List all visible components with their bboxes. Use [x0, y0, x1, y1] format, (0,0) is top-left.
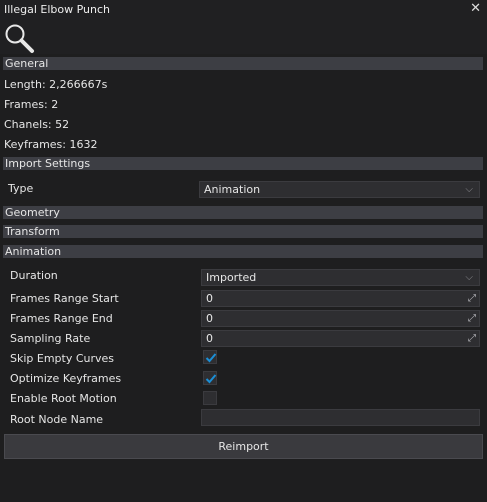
- frames-range-end-input[interactable]: 0 ⤢: [201, 310, 480, 327]
- section-general-header[interactable]: General: [3, 57, 483, 70]
- frames-range-end-label: Frames Range End: [10, 312, 113, 325]
- checkmark-icon: [205, 374, 217, 384]
- sampling-rate-value: 0: [206, 332, 213, 345]
- frames-range-end-value: 0: [206, 312, 213, 325]
- type-label: Type: [8, 182, 34, 195]
- length-info: Length: 2,266667s: [4, 78, 108, 91]
- optimize-keyframes-label: Optimize Keyframes: [10, 372, 122, 385]
- skip-empty-curves-label: Skip Empty Curves: [10, 352, 115, 365]
- sampling-rate-label: Sampling Rate: [10, 332, 91, 345]
- sampling-rate-input[interactable]: 0 ⤢: [201, 330, 480, 347]
- keyframes-info: Keyframes: 1632: [4, 138, 98, 151]
- chevron-down-icon: ⌵: [465, 184, 473, 195]
- skip-empty-curves-checkbox[interactable]: [203, 350, 217, 364]
- window-title: Illegal Elbow Punch: [4, 3, 111, 16]
- duration-label: Duration: [10, 269, 58, 282]
- resize-arrows-icon[interactable]: ⤢: [468, 331, 476, 346]
- section-geometry-header[interactable]: Geometry: [3, 206, 483, 219]
- section-transform-header[interactable]: Transform: [3, 225, 483, 238]
- close-icon[interactable]: ✕: [470, 1, 481, 16]
- reimport-button[interactable]: Reimport: [4, 434, 483, 459]
- frames-range-start-value: 0: [206, 292, 213, 305]
- type-value: Animation: [204, 183, 261, 196]
- enable-root-motion-label: Enable Root Motion: [10, 392, 117, 405]
- section-import-settings-header[interactable]: Import Settings: [3, 157, 483, 170]
- duration-dropdown[interactable]: Imported ⌵: [201, 269, 480, 286]
- resize-arrows-icon[interactable]: ⤢: [468, 311, 476, 326]
- toolbar: [0, 20, 487, 54]
- optimize-keyframes-checkbox[interactable]: [203, 371, 217, 385]
- checkmark-icon: [205, 353, 217, 363]
- title-bar: Illegal Elbow Punch ✕: [0, 0, 487, 20]
- search-icon[interactable]: [3, 22, 35, 54]
- root-node-name-label: Root Node Name: [10, 413, 104, 426]
- frames-range-start-label: Frames Range Start: [10, 292, 119, 305]
- enable-root-motion-checkbox[interactable]: [203, 391, 217, 405]
- resize-arrows-icon[interactable]: ⤢: [468, 291, 476, 306]
- type-dropdown[interactable]: Animation ⌵: [199, 181, 480, 198]
- frames-info: Frames: 2: [4, 98, 59, 111]
- properties-panel: General Length: 2,266667s Frames: 2 Chan…: [0, 54, 487, 502]
- duration-value: Imported: [206, 271, 257, 284]
- section-animation-header[interactable]: Animation: [3, 245, 483, 258]
- root-node-name-input[interactable]: [201, 409, 480, 426]
- chevron-down-icon: ⌵: [465, 272, 473, 283]
- frames-range-start-input[interactable]: 0 ⤢: [201, 290, 480, 307]
- channels-info: Chanels: 52: [4, 118, 70, 131]
